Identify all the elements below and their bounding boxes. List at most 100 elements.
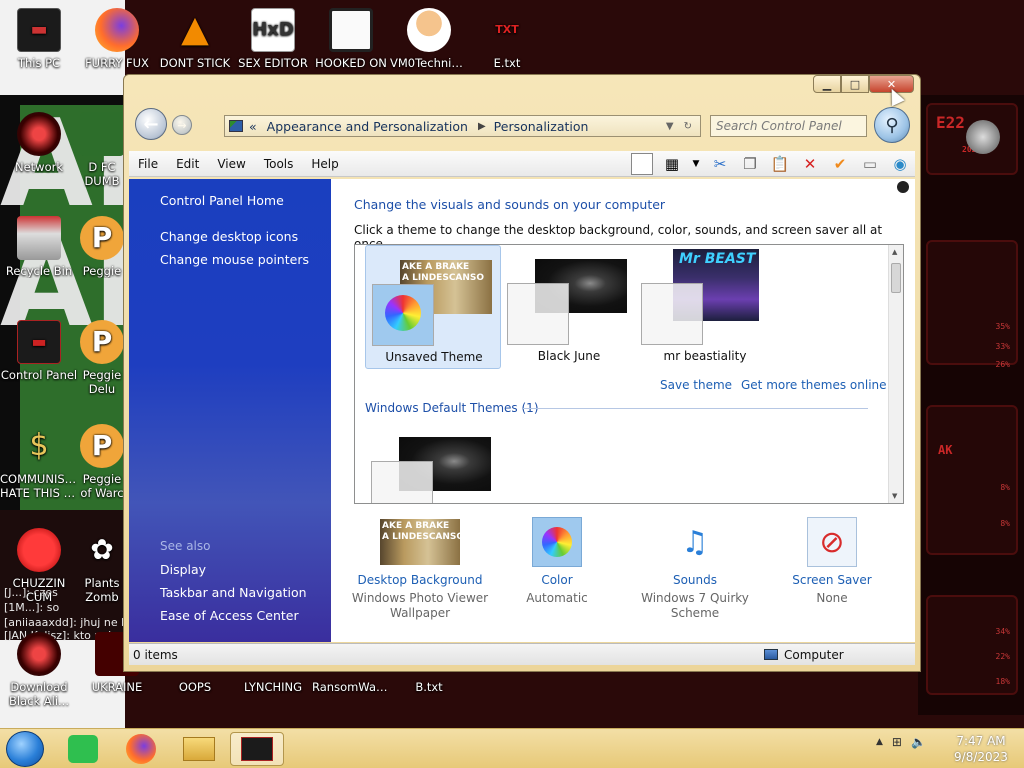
desktop-icon-peggie[interactable]: P Peggie <box>78 216 126 278</box>
breadcrumb-overflow[interactable]: « <box>249 119 257 134</box>
start-button[interactable] <box>6 731 44 767</box>
status-bar: 0 items Computer <box>129 643 915 665</box>
delete-icon[interactable]: ✕ <box>799 153 821 175</box>
save-theme-link[interactable]: Save theme <box>660 378 732 392</box>
desktop-icon-sex-editor[interactable]: HxD SEX EDITOR <box>234 8 312 70</box>
search-button[interactable]: ⚲ <box>874 107 910 143</box>
desktop-icon-peggie-delu[interactable]: P Peggie Delu <box>78 320 126 396</box>
theme-color-swatch <box>641 283 703 345</box>
breadcrumb-appearance[interactable]: Appearance and Personalization <box>267 119 468 134</box>
desktop-icon-download-black-ali[interactable]: Download Black Ali... <box>0 632 78 708</box>
desktop-icon-e-txt[interactable]: TXT E.txt <box>468 8 546 70</box>
help-icon[interactable] <box>897 181 909 193</box>
group-divider <box>523 408 868 409</box>
show-hidden-icons-icon[interactable]: ▲ <box>876 737 883 747</box>
sounds-option[interactable]: ♫ Sounds Windows 7 Quirky Scheme <box>626 517 764 621</box>
sidebar-item-ease-of-access[interactable]: Ease of Access Center <box>160 608 299 623</box>
maximize-button[interactable]: □ <box>841 75 869 93</box>
taskbar-app-notes[interactable] <box>56 732 110 766</box>
sidebar-item-display[interactable]: Display <box>160 562 206 577</box>
sidebar-item-taskbar-navigation[interactable]: Taskbar and Navigation <box>160 585 307 600</box>
scrollbar-thumb[interactable] <box>891 263 901 293</box>
sidebar-item-change-mouse-pointers[interactable]: Change mouse pointers <box>160 252 309 267</box>
volume-icon[interactable]: 🔈 <box>911 735 926 749</box>
desktop-icon-label: Control Panel <box>0 368 78 382</box>
color-option[interactable]: Color Automatic <box>488 517 626 606</box>
desktop-icon-this-pc[interactable]: ▬ This PC <box>0 8 78 70</box>
desktop-icon-label: Peggie <box>82 368 122 382</box>
desktop-icon-chuzzin[interactable]: CHUZZIN CUM <box>0 528 78 604</box>
menu-bar: File Edit View Tools Help ▦ ▼ ✂ ❐ 📋 ✕ ✔ … <box>129 151 915 177</box>
desktop-icon-label: Peggie <box>82 472 122 486</box>
desktop-icon-label: FURRY FUX <box>85 56 149 70</box>
network-tray-icon[interactable]: ⊞ <box>892 735 902 749</box>
p-icon: P <box>80 424 124 468</box>
desktop-icon-recycle-bin[interactable]: Recycle Bin <box>0 216 78 278</box>
menu-file[interactable]: File <box>129 157 167 171</box>
breadcrumb-separator-icon[interactable]: ▶ <box>478 121 486 132</box>
theme-unsaved[interactable]: AKE A BRAKE A LINDESCANSO Unsaved Theme <box>365 245 501 369</box>
views-icon[interactable]: ▦ <box>661 153 683 175</box>
scroll-down-icon[interactable]: ▼ <box>892 492 897 500</box>
desktop-icon-hooked-on[interactable]: HOOKED ON <box>312 8 390 70</box>
forward-button[interactable]: → <box>172 115 192 135</box>
alienware-logo-icon <box>966 120 1000 154</box>
back-button[interactable]: ← <box>135 108 167 140</box>
preview-pane-icon[interactable] <box>631 153 653 175</box>
desktop-icon-network[interactable]: Network <box>0 112 78 174</box>
minimize-button[interactable]: ▁ <box>813 75 841 93</box>
personalization-window: ▁ □ ✕ ← → « Appearance and Personalizati… <box>123 74 921 672</box>
desktop-icon-label: of Warc <box>80 486 124 500</box>
txt-icon: TXT <box>495 23 519 36</box>
money-bag-icon: $ <box>29 428 49 463</box>
desktop-icon-communists[interactable]: $ COMMUNISTS HATE THIS G... <box>0 424 78 501</box>
scroll-up-icon[interactable]: ▲ <box>892 248 897 256</box>
desktop-background-icon: AKE A BRAKE A LINDESCANSO <box>380 517 464 567</box>
theme-list-scrollbar[interactable]: ▲ ▼ <box>888 245 903 503</box>
get-more-themes-link[interactable]: Get more themes online <box>741 378 887 392</box>
option-name: Screen Saver <box>792 573 872 587</box>
hud-text: E22 <box>936 113 965 132</box>
theme-black-june[interactable]: Black June <box>501 245 637 369</box>
copy-icon[interactable]: ❐ <box>739 153 761 175</box>
option-value: Automatic <box>526 591 588 605</box>
menu-view[interactable]: View <box>208 157 254 171</box>
theme-windows-default[interactable] <box>365 425 501 503</box>
menu-edit[interactable]: Edit <box>167 157 208 171</box>
cut-icon[interactable]: ✂ <box>709 153 731 175</box>
menu-tools[interactable]: Tools <box>255 157 303 171</box>
windows-default-themes-header[interactable]: Windows Default Themes (1) <box>365 401 539 415</box>
desktop-icon-peggie-warc[interactable]: P Peggie of Warc <box>78 424 126 500</box>
search-input[interactable]: Search Control Panel <box>710 115 867 137</box>
menu-help[interactable]: Help <box>302 157 347 171</box>
address-dropdown-icon[interactable]: ▼ <box>666 121 674 132</box>
desktop-icon-label: Plants <box>84 576 120 590</box>
desktop-background-option[interactable]: AKE A BRAKE A LINDESCANSO Desktop Backgr… <box>351 517 489 621</box>
toolbar: ▦ ▼ ✂ ❐ 📋 ✕ ✔ ▭ ◉ <box>631 153 911 175</box>
clock[interactable]: 7:47 AM 9/8/2023 <box>950 733 1012 765</box>
globe-icon[interactable]: ◉ <box>889 153 911 175</box>
desktop-icon-label: E.txt <box>493 56 521 70</box>
views-dropdown-icon[interactable]: ▼ <box>691 153 701 175</box>
theme-mr-beastiality[interactable]: Mr BEAST mr beastiality <box>637 245 773 369</box>
desktop-icon-dont-stick[interactable]: ▲ DONT STICK <box>156 8 234 71</box>
properties-icon[interactable]: ✔ <box>829 153 851 175</box>
breadcrumb-personalization[interactable]: Personalization <box>494 119 589 134</box>
desktop-icon-control-panel[interactable]: ▬ Control Panel <box>0 320 78 382</box>
refresh-icon[interactable]: ↻ <box>684 121 692 132</box>
paste-icon[interactable]: 📋 <box>769 153 791 175</box>
desktop-icon-d-fc[interactable]: D FC DUMB <box>78 112 126 188</box>
desktop-icon-plants[interactable]: ✿ Plants Zomb <box>78 528 126 605</box>
address-bar[interactable]: « Appearance and Personalization ▶ Perso… <box>224 115 701 137</box>
taskbar-app-firefox[interactable] <box>114 732 168 766</box>
rename-icon[interactable]: ▭ <box>859 153 881 175</box>
option-name: Sounds <box>672 573 718 587</box>
screen-saver-option[interactable]: ⊘ Screen Saver None <box>763 517 901 606</box>
taskbar-app-control-panel[interactable] <box>230 732 284 766</box>
desktop-icon-label: OOPS <box>178 680 212 694</box>
desktop-icon-vm0technic[interactable]: VM0Technic... <box>390 8 468 70</box>
desktop-icon-furry-fux[interactable]: FURRY FUX <box>78 8 156 70</box>
taskbar-app-file-explorer[interactable] <box>172 732 226 766</box>
sidebar-item-change-desktop-icons[interactable]: Change desktop icons <box>160 229 298 244</box>
sidebar-item-control-panel-home[interactable]: Control Panel Home <box>160 193 284 208</box>
